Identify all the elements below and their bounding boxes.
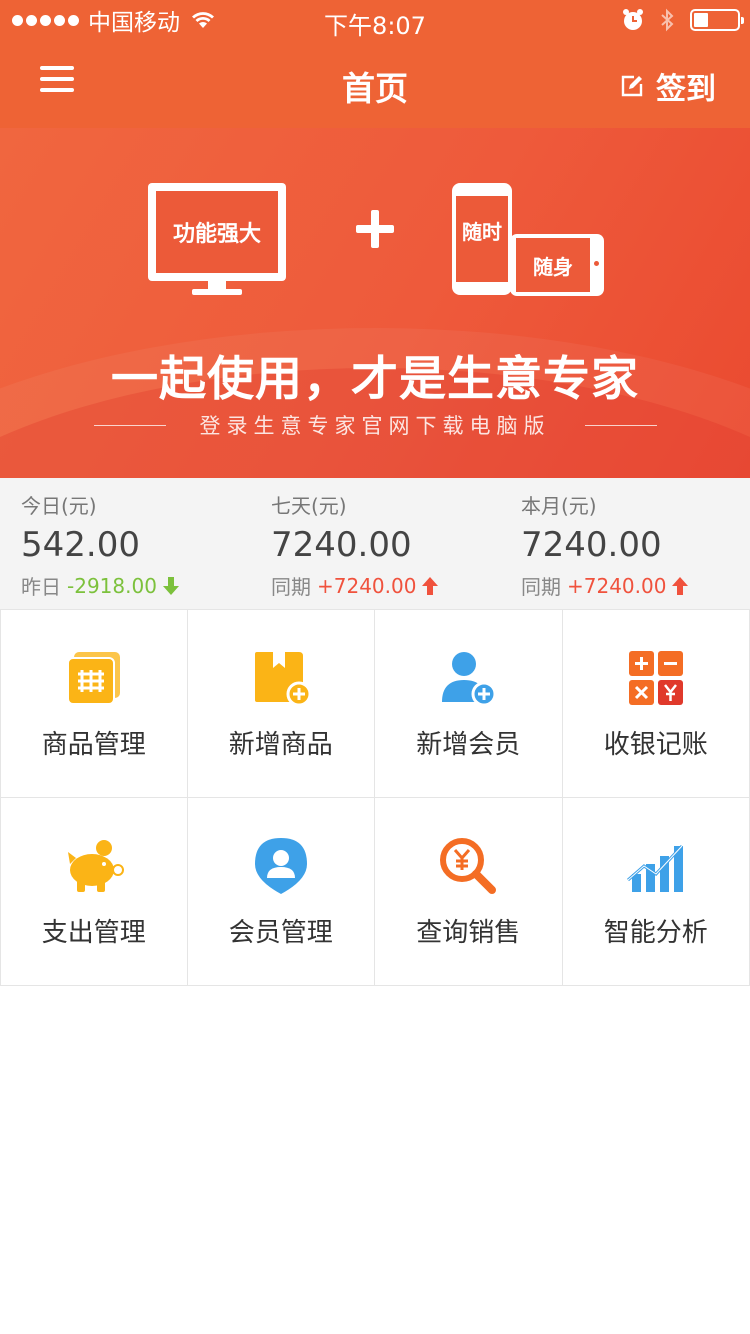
stat-label: 七天(元): [271, 494, 347, 518]
grid-item-label: 新增商品: [228, 730, 333, 760]
stat-label: 本月(元): [521, 494, 597, 518]
tablet-text: 随身: [516, 238, 590, 292]
sales-stats: 今日(元) 542.00 昨日 -2918.00 七天(元) 7240.00 同…: [0, 478, 750, 609]
grid-item-label: 智能分析: [603, 918, 708, 948]
member-location-icon: [254, 838, 307, 894]
monitor-text: 功能强大: [156, 191, 278, 273]
grid-item-product-manage[interactable]: 商品管理: [0, 610, 188, 798]
grid-item-label: 会员管理: [228, 918, 333, 948]
grid-item-cashier[interactable]: 收银记账: [562, 610, 750, 798]
stat-compare-value: -2918.00: [67, 573, 157, 598]
edit-icon: [621, 75, 643, 97]
stat-label: 今日(元): [21, 494, 97, 518]
arrow-up-icon: [422, 576, 439, 595]
monitor-illustration: 功能强大: [148, 183, 286, 295]
stat-today[interactable]: 今日(元) 542.00 昨日 -2918.00: [0, 478, 250, 609]
add-product-icon: [254, 652, 311, 707]
stat-value: 7240.00: [521, 525, 662, 565]
stat-value: 7240.00: [271, 525, 412, 565]
grid-item-expense[interactable]: 支出管理: [0, 798, 188, 986]
product-manage-icon: [66, 652, 120, 705]
stat-compare-value: +7240.00: [567, 573, 667, 598]
analytics-chart-icon: [626, 844, 683, 892]
feature-grid: 商品管理 新增商品 新增会员 收银记账 支出管理 会员管理 查询销售 智能分析: [0, 609, 750, 986]
grid-item-search-sales[interactable]: 查询销售: [375, 798, 563, 986]
signin-button[interactable]: 签到: [620, 64, 716, 108]
bluetooth-icon: [661, 8, 674, 32]
tablet-illustration: 随身: [510, 234, 604, 296]
stat-compare-label: 同期: [271, 575, 311, 599]
add-member-icon: [442, 652, 497, 707]
nav-bar: 首页 签到: [0, 40, 750, 128]
phone-illustration: 随时: [452, 183, 512, 295]
grid-item-label: 新增会员: [416, 730, 521, 760]
plus-icon: [356, 210, 394, 248]
menu-icon[interactable]: [40, 66, 74, 96]
stat-this-month[interactable]: 本月(元) 7240.00 同期 +7240.00: [500, 478, 750, 609]
grid-item-label: 商品管理: [41, 730, 146, 760]
arrow-up-icon: [672, 576, 689, 595]
arrow-down-icon: [162, 576, 179, 595]
stat-value: 542.00: [21, 525, 140, 565]
phone-text: 随时: [456, 196, 508, 282]
stat-compare-label: 昨日: [21, 575, 61, 599]
grid-item-label: 查询销售: [416, 918, 521, 948]
grid-item-label: 收银记账: [603, 730, 708, 760]
banner-subline: 登录生意专家官网下载电脑版: [0, 410, 750, 440]
cashier-icon: [628, 651, 683, 705]
signin-label: 签到: [656, 72, 716, 107]
piggy-bank-icon: [67, 840, 124, 892]
status-bar: 中国移动 下午8:07: [0, 0, 750, 40]
grid-item-add-product[interactable]: 新增商品: [187, 610, 375, 798]
stat-compare-label: 同期: [521, 575, 561, 599]
grid-item-member-manage[interactable]: 会员管理: [187, 798, 375, 986]
alarm-icon: [623, 9, 643, 30]
battery-icon: [690, 9, 744, 31]
promo-banner[interactable]: 功能强大 随时 随身 一起使用，才是生意专家 登录生意专家官网下载电脑版: [0, 128, 750, 478]
stat-compare-value: +7240.00: [317, 573, 417, 598]
banner-slogan: 一起使用，才是生意专家: [111, 352, 639, 407]
grid-item-add-member[interactable]: 新增会员: [375, 610, 563, 798]
stat-seven-days[interactable]: 七天(元) 7240.00 同期 +7240.00: [250, 478, 500, 609]
grid-item-label: 支出管理: [41, 918, 146, 948]
search-sales-icon: [440, 838, 497, 894]
banner-subline-text: 登录生意专家官网下载电脑版: [199, 414, 551, 438]
grid-item-analytics[interactable]: 智能分析: [562, 798, 750, 986]
